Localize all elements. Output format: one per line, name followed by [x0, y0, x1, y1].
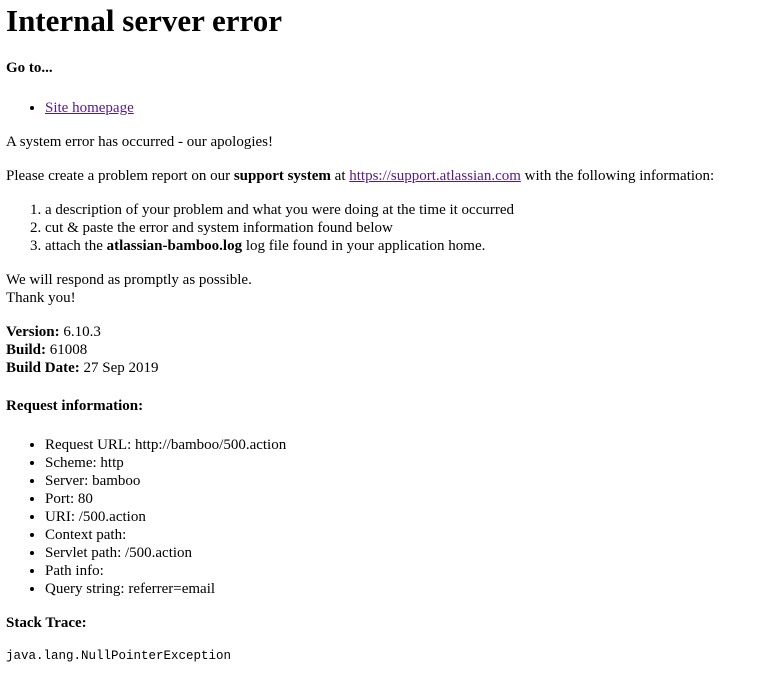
support-url-link[interactable]: https://support.atlassian.com	[349, 168, 521, 184]
build-date-label: Build Date:	[6, 360, 80, 376]
build-value: 61008	[46, 342, 88, 358]
step-item: cut & paste the error and system informa…	[45, 219, 762, 237]
step-item: a description of your problem and what y…	[45, 201, 762, 219]
stack-trace: java.lang.NullPointerException	[6, 649, 232, 663]
report-middle: at	[330, 168, 350, 184]
list-item: Site homepage	[45, 99, 762, 117]
step3-suffix: log file found in your application home.	[242, 238, 486, 254]
step-item: attach the atlassian-bamboo.log log file…	[45, 237, 762, 255]
request-item: Port: 80	[45, 490, 762, 508]
version-info: Version: 6.10.3 Build: 61008 Build Date:…	[6, 323, 762, 377]
version-label: Version:	[6, 324, 60, 340]
apology-text: A system error has occurred - our apolog…	[6, 134, 273, 150]
request-item: Scheme: http	[45, 454, 762, 472]
report-suffix: with the following information:	[520, 168, 715, 184]
request-item: Servlet path: /500.action	[45, 544, 762, 562]
error-page: Internal server error Go to... Site home…	[0, 0, 768, 664]
request-item: Context path:	[45, 526, 762, 544]
report-prefix: Please create a problem report on our	[6, 168, 234, 184]
request-item: Path info:	[45, 562, 762, 580]
thanks-line: Thank you!	[6, 290, 76, 306]
request-item: URI: /500.action	[45, 508, 762, 526]
log-file-name: atlassian-bamboo.log	[106, 238, 243, 254]
request-heading: Request information:	[6, 398, 144, 414]
closing-text: We will respond as promptly as possible.…	[6, 271, 762, 307]
request-item: Request URL: http://bamboo/500.action	[45, 436, 762, 454]
version-value: 6.10.3	[59, 324, 101, 340]
respond-line: We will respond as promptly as possible.	[6, 272, 252, 288]
stack-trace-heading: Stack Trace:	[6, 615, 87, 631]
report-instructions: Please create a problem report on our su…	[6, 167, 762, 185]
support-system-label: support system	[233, 168, 331, 184]
site-homepage-link[interactable]: Site homepage	[45, 100, 134, 116]
goto-links-list: Site homepage	[6, 99, 762, 117]
request-item: Server: bamboo	[45, 472, 762, 490]
build-date-value: 27 Sep 2019	[79, 360, 159, 376]
goto-heading: Go to...	[6, 60, 53, 76]
step3-prefix: attach the	[45, 238, 107, 254]
request-item: Query string: referrer=email	[45, 580, 762, 598]
build-label: Build:	[6, 342, 47, 358]
request-info-list: Request URL: http://bamboo/500.action Sc…	[6, 436, 762, 598]
report-steps-list: a description of your problem and what y…	[6, 201, 762, 255]
page-title: Internal server error	[6, 3, 283, 38]
